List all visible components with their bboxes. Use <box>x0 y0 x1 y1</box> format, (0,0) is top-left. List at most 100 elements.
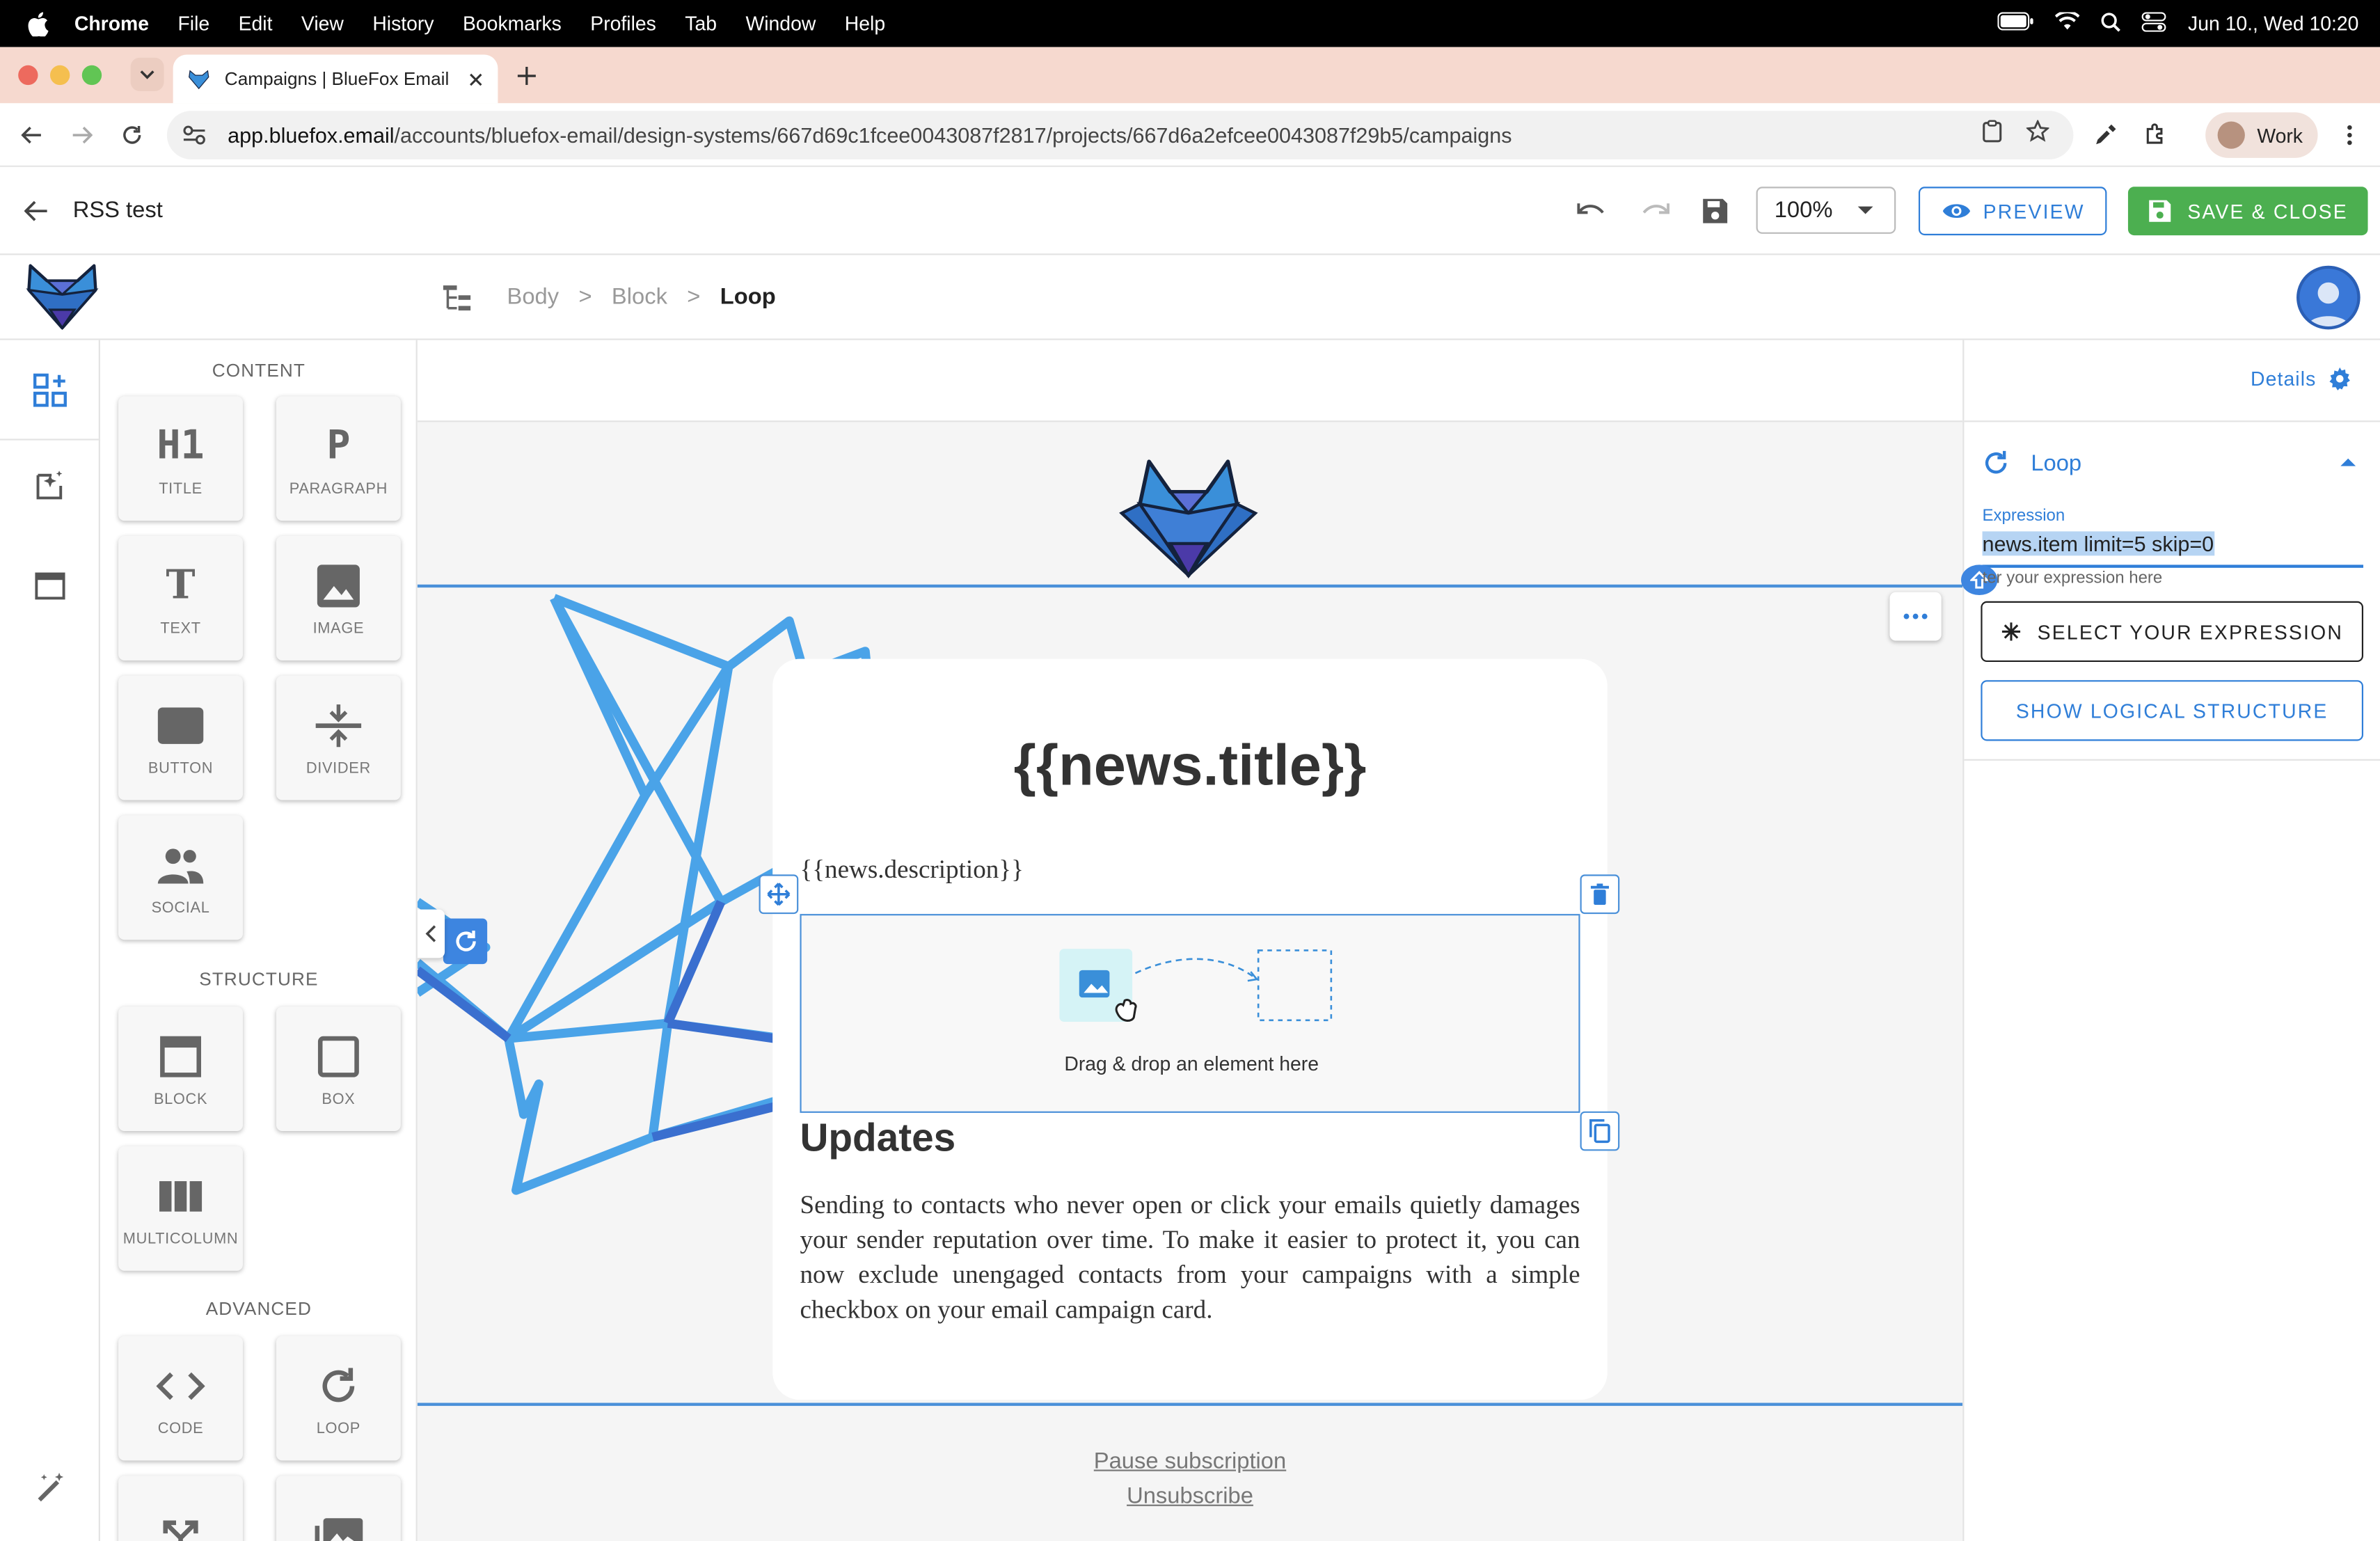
menu-bookmarks[interactable]: Bookmarks <box>463 12 562 35</box>
address-bar[interactable]: app.bluefox.email/accounts/bluefox-email… <box>166 111 2074 160</box>
browser-tab-strip: Campaigns | BlueFox Email <box>0 47 2380 104</box>
undo-icon <box>1577 203 1604 214</box>
collapse-palette-button[interactable] <box>417 909 445 958</box>
palette-item-gallery[interactable] <box>276 1476 401 1541</box>
breadcrumb-body[interactable]: Body <box>507 284 559 310</box>
new-tab-button[interactable] <box>511 61 542 91</box>
reload-button[interactable] <box>117 120 148 150</box>
omnibox-actions <box>1983 119 2050 147</box>
document-title[interactable]: RSS test <box>73 198 163 223</box>
loop-section-header[interactable]: Loop <box>1983 446 2362 480</box>
palette-item-divider[interactable]: DIVIDER <box>276 675 401 800</box>
control-center-icon[interactable] <box>2142 11 2167 35</box>
spotlight-search-icon[interactable] <box>2102 11 2121 35</box>
loop-indicator-badge[interactable] <box>443 918 488 965</box>
maximize-window-button[interactable] <box>81 65 102 86</box>
breadcrumb-block[interactable]: Block <box>612 284 667 310</box>
gear-icon <box>2329 367 2350 390</box>
drag-handle-button[interactable] <box>759 874 799 915</box>
news-description-block[interactable]: {{news.description}} <box>800 855 1023 885</box>
details-button[interactable]: Details <box>2251 367 2351 390</box>
window-frame-icon <box>35 572 65 600</box>
palette-item-box[interactable]: BOX <box>276 1006 401 1132</box>
close-window-button[interactable] <box>18 65 38 86</box>
more-horizontal-icon <box>1903 613 1928 619</box>
show-logical-structure-button[interactable]: SHOW LOGICAL STRUCTURE <box>1981 680 2364 741</box>
divider-icon <box>314 699 363 750</box>
window-controls <box>18 65 102 86</box>
updates-heading[interactable]: Updates <box>800 1114 955 1162</box>
menu-tab[interactable]: Tab <box>685 12 717 35</box>
expression-input[interactable]: news.item limit=5 skip=0 <box>1982 531 2364 568</box>
breadcrumb-loop[interactable]: Loop <box>720 284 776 310</box>
bluefox-logo[interactable] <box>26 264 99 331</box>
palette-item-code[interactable]: CODE <box>118 1336 243 1461</box>
palette-item-title[interactable]: H1 TITLE <box>118 396 243 521</box>
back-button[interactable] <box>19 194 53 228</box>
updates-paragraph[interactable]: Sending to contacts who never open or cl… <box>800 1187 1580 1327</box>
news-title-block[interactable]: {{news.title}} <box>772 735 1608 800</box>
forward-nav-button[interactable] <box>67 120 97 150</box>
close-tab-icon[interactable] <box>461 65 489 93</box>
palette-section-structure: STRUCTURE <box>199 968 319 990</box>
extensions-puzzle-icon[interactable] <box>2140 120 2171 150</box>
avatar <box>2217 121 2245 149</box>
apple-icon[interactable] <box>26 11 50 36</box>
clock[interactable]: Jun 10., Wed 10:20 <box>2188 12 2358 35</box>
minimize-window-button[interactable] <box>49 65 70 86</box>
palette-item-image[interactable]: IMAGE <box>276 535 401 661</box>
rail-ai-tab[interactable] <box>0 436 100 536</box>
loop-icon <box>317 1359 360 1411</box>
profile-chip[interactable]: Work <box>2205 112 2318 158</box>
menu-profiles[interactable]: Profiles <box>590 12 656 35</box>
loop-icon <box>1985 450 2007 474</box>
wifi-icon[interactable] <box>2055 10 2081 35</box>
menu-app-name[interactable]: Chrome <box>74 12 149 35</box>
save-draft-button[interactable] <box>1697 193 1733 229</box>
menu-help[interactable]: Help <box>845 12 885 35</box>
palette-item-condition[interactable] <box>118 1476 243 1541</box>
bluefox-favicon-icon <box>189 69 209 89</box>
browser-menu-icon[interactable] <box>2335 120 2365 150</box>
palette-item-loop[interactable]: LOOP <box>276 1336 401 1461</box>
menu-view[interactable]: View <box>301 12 344 35</box>
clipboard-icon[interactable] <box>1983 120 2002 147</box>
save-close-button[interactable]: SAVE & CLOSE <box>2127 187 2368 236</box>
battery-icon[interactable] <box>1998 12 2034 35</box>
expression-label: Expression <box>1982 507 2065 525</box>
palette-item-button[interactable]: BUTTON <box>118 675 243 800</box>
unsubscribe-link[interactable]: Unsubscribe <box>418 1483 1962 1509</box>
palette-item-block[interactable]: BLOCK <box>118 1006 243 1132</box>
palette-section-advanced: ADVANCED <box>205 1297 312 1320</box>
user-avatar[interactable] <box>2296 265 2361 330</box>
email-logo-image[interactable] <box>1118 459 1258 580</box>
browser-tab-active[interactable]: Campaigns | BlueFox Email <box>173 54 498 104</box>
rail-design-tab[interactable] <box>0 1436 100 1536</box>
rail-layout-tab[interactable] <box>0 536 100 636</box>
eyedropper-extension-icon[interactable] <box>2090 120 2120 150</box>
redo-button[interactable] <box>1636 193 1672 229</box>
more-options-button[interactable] <box>1889 592 1942 641</box>
back-nav-button[interactable] <box>17 120 47 150</box>
pause-subscription-link[interactable]: Pause subscription <box>418 1448 1962 1474</box>
loop-dropzone[interactable]: Drag & drop an element here <box>800 914 1580 1113</box>
palette-item-social[interactable]: SOCIAL <box>118 815 243 940</box>
duplicate-button[interactable] <box>1580 1111 1620 1151</box>
palette-item-text[interactable]: T TEXT <box>118 535 243 661</box>
site-settings-icon[interactable] <box>182 125 207 146</box>
layer-tree-icon[interactable] <box>441 281 474 315</box>
palette-item-paragraph[interactable]: P PARAGRAPH <box>276 396 401 521</box>
select-expression-button[interactable]: SELECT YOUR EXPRESSION <box>1981 601 2364 663</box>
tab-search-button[interactable] <box>130 57 164 91</box>
undo-button[interactable] <box>1574 193 1610 229</box>
menu-history[interactable]: History <box>372 12 434 35</box>
delete-button[interactable] <box>1580 874 1620 915</box>
rail-elements-tab[interactable] <box>0 340 100 441</box>
menu-window[interactable]: Window <box>745 12 816 35</box>
menu-file[interactable]: File <box>177 12 209 35</box>
preview-button[interactable]: PREVIEW <box>1918 187 2107 236</box>
menu-edit[interactable]: Edit <box>239 12 273 35</box>
bookmark-star-icon[interactable] <box>2025 119 2050 147</box>
palette-item-multicolumn[interactable]: MULTICOLUMN <box>118 1146 243 1271</box>
zoom-select[interactable]: 100% <box>1756 187 1896 234</box>
